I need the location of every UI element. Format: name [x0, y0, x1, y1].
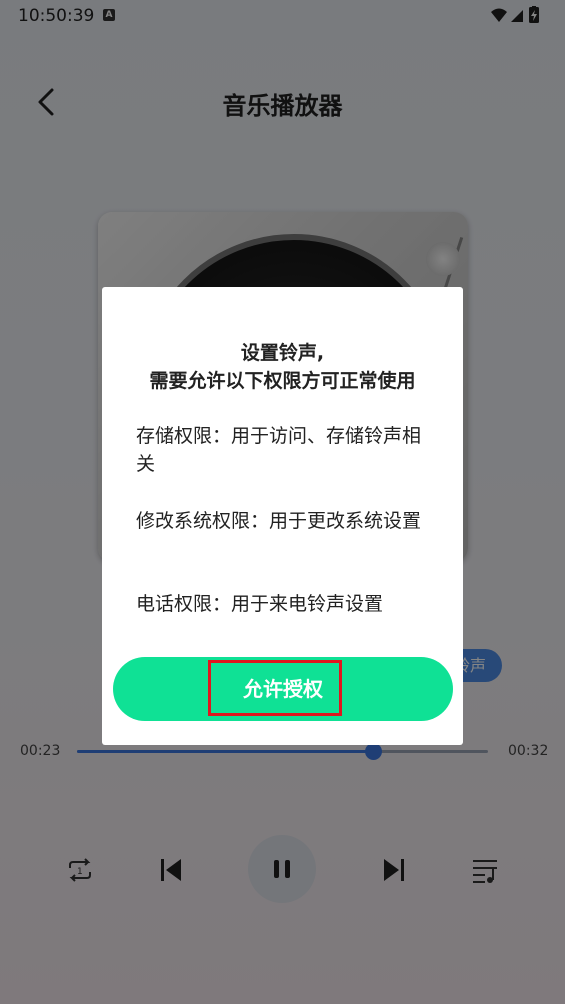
dialog-title-line2: 需要允许以下权限方可正常使用: [149, 370, 416, 392]
permission-phone: 电话权限：用于来电铃声设置: [136, 593, 384, 615]
highlight-box: [208, 660, 342, 716]
dialog-title: 设置铃声, 需要允许以下权限方可正常使用: [102, 339, 463, 395]
dialog-title-line1: 设置铃声,: [240, 342, 325, 364]
permission-system-settings: 修改系统权限：用于更改系统设置: [136, 510, 422, 532]
permission-storage: 存储权限：用于访问、存储铃声相关: [136, 425, 422, 475]
